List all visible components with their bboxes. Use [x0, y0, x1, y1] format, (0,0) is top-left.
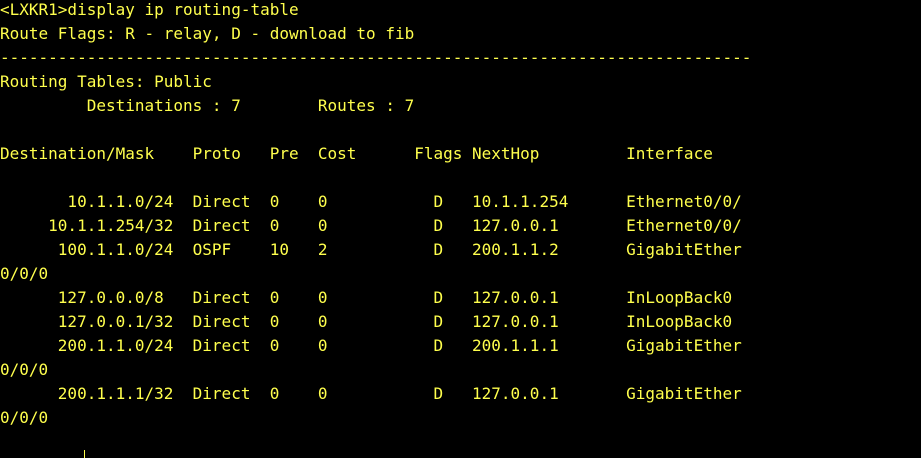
table-row: 10.1.1.0/24 Direct 0 0 D 10.1.1.254 Ethe…: [0, 192, 742, 211]
table-row: 100.1.1.0/24 OSPF 10 2 D 200.1.1.2 Gigab…: [0, 240, 742, 259]
route-flags-line: Route Flags: R - relay, D - download to …: [0, 24, 415, 43]
table-row: 127.0.0.1/32 Direct 0 0 D 127.0.0.1 InLo…: [0, 312, 733, 331]
terminal-window[interactable]: <LXKR1>display ip routing-table Route Fl…: [0, 0, 921, 458]
table-row: 10.1.1.254/32 Direct 0 0 D 127.0.0.1 Eth…: [0, 216, 742, 235]
table-row-wrap: 0/0/0: [0, 264, 49, 283]
table-row: 200.1.1.0/24 Direct 0 0 D 200.1.1.1 Giga…: [0, 336, 742, 355]
command-line: <LXKR1>display ip routing-table: [0, 0, 299, 19]
routing-tables-line: Routing Tables: Public: [0, 72, 212, 91]
destinations-routes-line: Destinations : 7 Routes : 7: [0, 96, 415, 115]
table-row: 127.0.0.0/8 Direct 0 0 D 127.0.0.1 InLoo…: [0, 288, 733, 307]
table-row-wrap: 0/0/0: [0, 408, 49, 427]
separator-line: ----------------------------------------…: [0, 48, 752, 67]
table-header: Destination/Mask Proto Pre Cost Flags Ne…: [0, 144, 713, 163]
table-row-wrap: 0/0/0: [0, 360, 49, 379]
table-row: 200.1.1.1/32 Direct 0 0 D 127.0.0.1 Giga…: [0, 384, 742, 403]
text-cursor: [84, 450, 85, 458]
